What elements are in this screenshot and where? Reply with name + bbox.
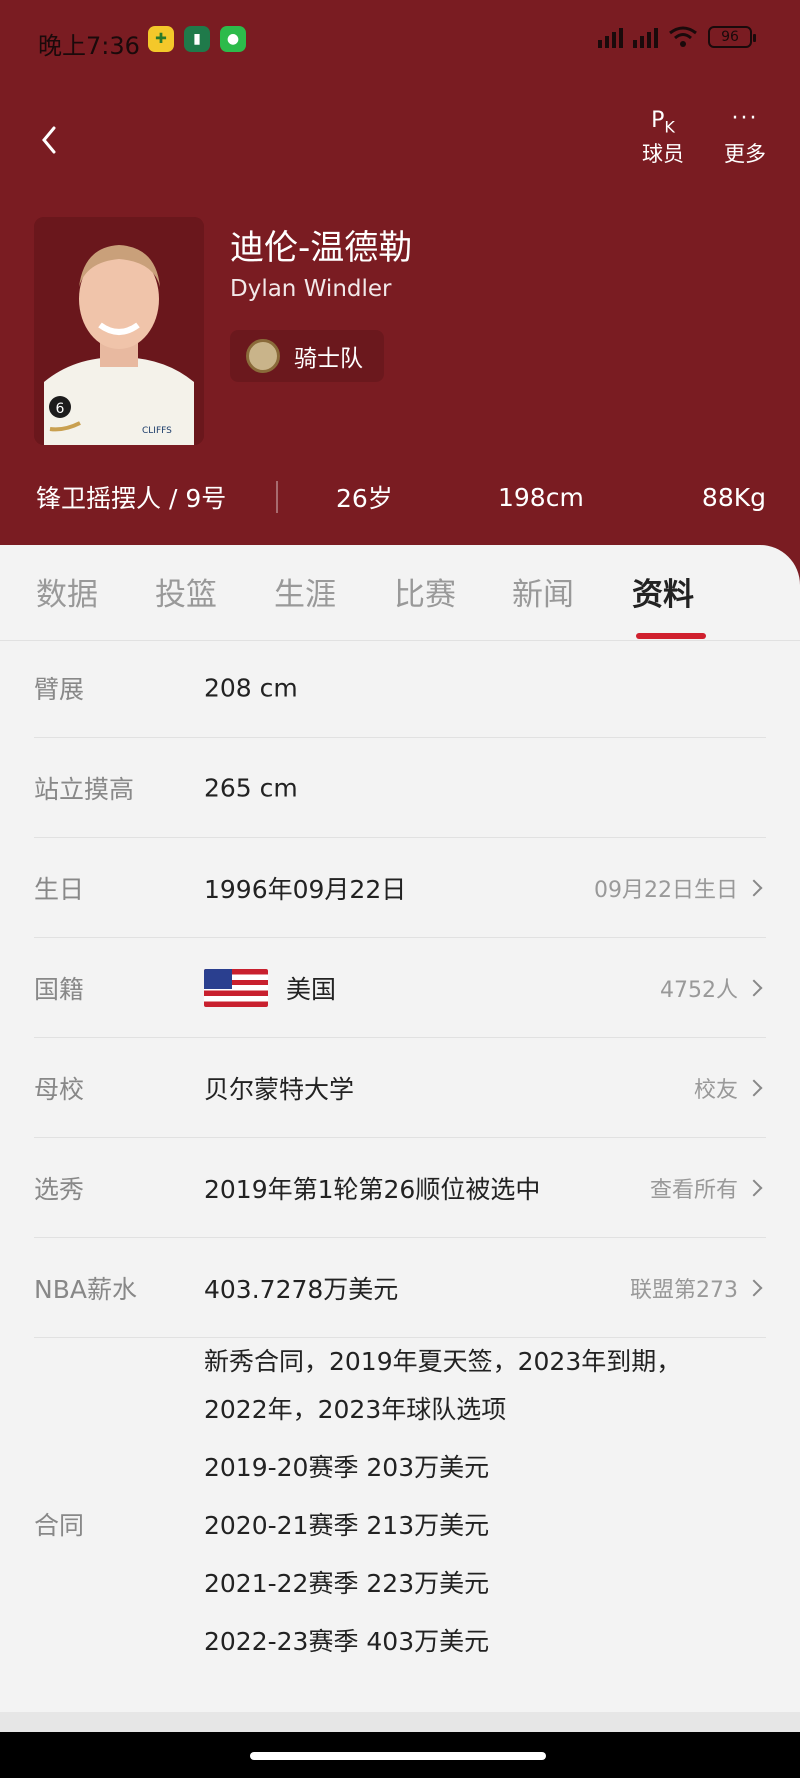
- status-app-icons: ✚ ▮ ●: [148, 26, 246, 52]
- signal-icon: [598, 26, 623, 48]
- more-button[interactable]: ··· 更多: [718, 108, 772, 168]
- tab-profile[interactable]: 资料: [632, 569, 694, 614]
- player-age: 26岁: [336, 484, 393, 513]
- app-notification-icon: ▮: [184, 26, 210, 52]
- chevron-right-icon: [745, 1179, 763, 1196]
- info-label: 生日: [34, 874, 85, 904]
- info-row-salary[interactable]: NBA薪水 403.7278万美元 联盟第273: [34, 1238, 766, 1338]
- wechat-icon: ●: [220, 26, 246, 52]
- info-label: 站立摸高: [34, 774, 135, 804]
- team-logo-icon: [246, 339, 280, 373]
- info-extra-text: 校友: [693, 1077, 738, 1103]
- status-indicators: 96: [598, 26, 756, 48]
- player-avatar: 6 CLIFFS: [34, 217, 204, 445]
- info-extra-text: 09月22日生日: [594, 877, 738, 903]
- pk-label: 球员: [642, 142, 684, 166]
- player-height: 198cm: [498, 482, 584, 512]
- pk-icon: PK: [651, 108, 675, 137]
- info-label: 国籍: [34, 974, 85, 1004]
- contract-line: 新秀合同，2019年夏天签，2023年到期，: [204, 1347, 682, 1376]
- info-row-school[interactable]: 母校 贝尔蒙特大学 校友: [34, 1038, 766, 1138]
- info-value: 2019年第1轮第26顺位被选中: [204, 1174, 541, 1204]
- info-row-contract: 合同 新秀合同，2019年夏天签，2023年到期， 2022年，2023年球队选…: [34, 1338, 766, 1690]
- info-label: NBA薪水: [34, 1274, 137, 1304]
- contract-details: 新秀合同，2019年夏天签，2023年到期， 2022年，2023年球队选项 2…: [204, 1338, 681, 1666]
- info-label: 选秀: [34, 1174, 85, 1204]
- info-extra-text: 查看所有: [649, 1177, 738, 1203]
- pk-player-button[interactable]: PK 球员: [638, 108, 688, 168]
- alumni-link[interactable]: 校友: [694, 1072, 766, 1104]
- info-value: 美国: [286, 974, 337, 1004]
- tab-games[interactable]: 比赛: [394, 569, 456, 614]
- info-extra-text: 联盟第273: [630, 1277, 738, 1303]
- contract-line: 2022-23赛季 403万美元: [204, 1627, 490, 1656]
- player-photo: 6 CLIFFS: [34, 217, 204, 445]
- svg-text:CLIFFS: CLIFFS: [142, 426, 172, 436]
- nationality-link[interactable]: 4752人: [660, 972, 766, 1004]
- status-bar: 晚上7:36 ✚ ▮ ● 96: [0, 0, 800, 80]
- chevron-right-icon: [745, 1079, 763, 1096]
- tab-news[interactable]: 新闻: [512, 569, 574, 614]
- birthday-link[interactable]: 09月22日生日: [594, 872, 766, 904]
- info-value: 208 cm: [204, 673, 298, 702]
- team-button[interactable]: 骑士队: [230, 330, 384, 382]
- system-nav-bar: [0, 1732, 800, 1778]
- contract-line: 2022年，2023年球队选项: [204, 1395, 507, 1424]
- home-indicator[interactable]: [250, 1752, 546, 1760]
- info-value: 1996年09月22日: [204, 874, 407, 904]
- info-extra-text: 4752人: [660, 977, 738, 1003]
- chevron-right-icon: [745, 879, 763, 896]
- more-label: 更多: [724, 142, 766, 166]
- contract-line: 2021-22赛季 223万美元: [204, 1569, 490, 1598]
- tab-bar: 数据 投篮 生涯 比赛 新闻 资料: [0, 545, 800, 641]
- info-row-nationality[interactable]: 国籍 美国 4752人: [34, 938, 766, 1038]
- tab-shooting[interactable]: 投篮: [155, 569, 217, 614]
- info-row-wingspan: 臂展 208 cm: [34, 638, 766, 738]
- chevron-right-icon: [745, 979, 763, 996]
- player-name-en: Dylan Windler: [230, 276, 392, 302]
- position-number: 锋卫摇摆人 / 9号: [36, 484, 227, 513]
- stats-divider: [276, 481, 278, 513]
- tab-stats[interactable]: 数据: [36, 569, 98, 614]
- info-value-wrap: 美国: [204, 968, 337, 1007]
- contract-line: 2019-20赛季 203万美元: [204, 1453, 490, 1482]
- player-weight: 88Kg: [701, 482, 766, 512]
- battery-icon: 96: [708, 26, 756, 48]
- wifi-icon: [669, 26, 697, 47]
- us-flag-icon: [204, 968, 268, 1007]
- info-row-reach: 站立摸高 265 cm: [34, 738, 766, 838]
- info-value: 贝尔蒙特大学: [204, 1074, 355, 1104]
- player-header: 晚上7:36 ✚ ▮ ● 96 PK 球员 ··· 更多 6 CLIFFS 迪伦…: [0, 0, 800, 600]
- back-arrow-icon[interactable]: [38, 122, 62, 158]
- info-label: 合同: [34, 1511, 85, 1540]
- bottom-strip: [0, 1712, 800, 1732]
- more-dots-icon: ···: [731, 106, 759, 131]
- team-name: 骑士队: [294, 346, 363, 372]
- chevron-right-icon: [745, 1279, 763, 1296]
- status-time: 晚上7:36: [38, 32, 140, 60]
- player-stats: 锋卫摇摆人 / 9号 26岁 198cm 88Kg: [36, 475, 766, 519]
- player-name-cn: 迪伦-温德勒: [230, 228, 413, 268]
- contract-line: 2020-21赛季 213万美元: [204, 1511, 490, 1540]
- info-value: 265 cm: [204, 773, 298, 802]
- info-label: 母校: [34, 1074, 85, 1104]
- info-value: 403.7278万美元: [204, 1274, 399, 1304]
- info-row-birthday[interactable]: 生日 1996年09月22日 09月22日生日: [34, 838, 766, 938]
- svg-text:6: 6: [56, 401, 65, 417]
- draft-view-all-link[interactable]: 查看所有: [650, 1172, 766, 1204]
- info-label: 臂展: [34, 674, 85, 704]
- tab-career[interactable]: 生涯: [274, 569, 336, 614]
- info-row-draft[interactable]: 选秀 2019年第1轮第26顺位被选中 查看所有: [34, 1138, 766, 1238]
- app-notification-icon: ✚: [148, 26, 174, 52]
- salary-rank-link[interactable]: 联盟第273: [630, 1272, 766, 1304]
- signal-icon: [633, 26, 658, 48]
